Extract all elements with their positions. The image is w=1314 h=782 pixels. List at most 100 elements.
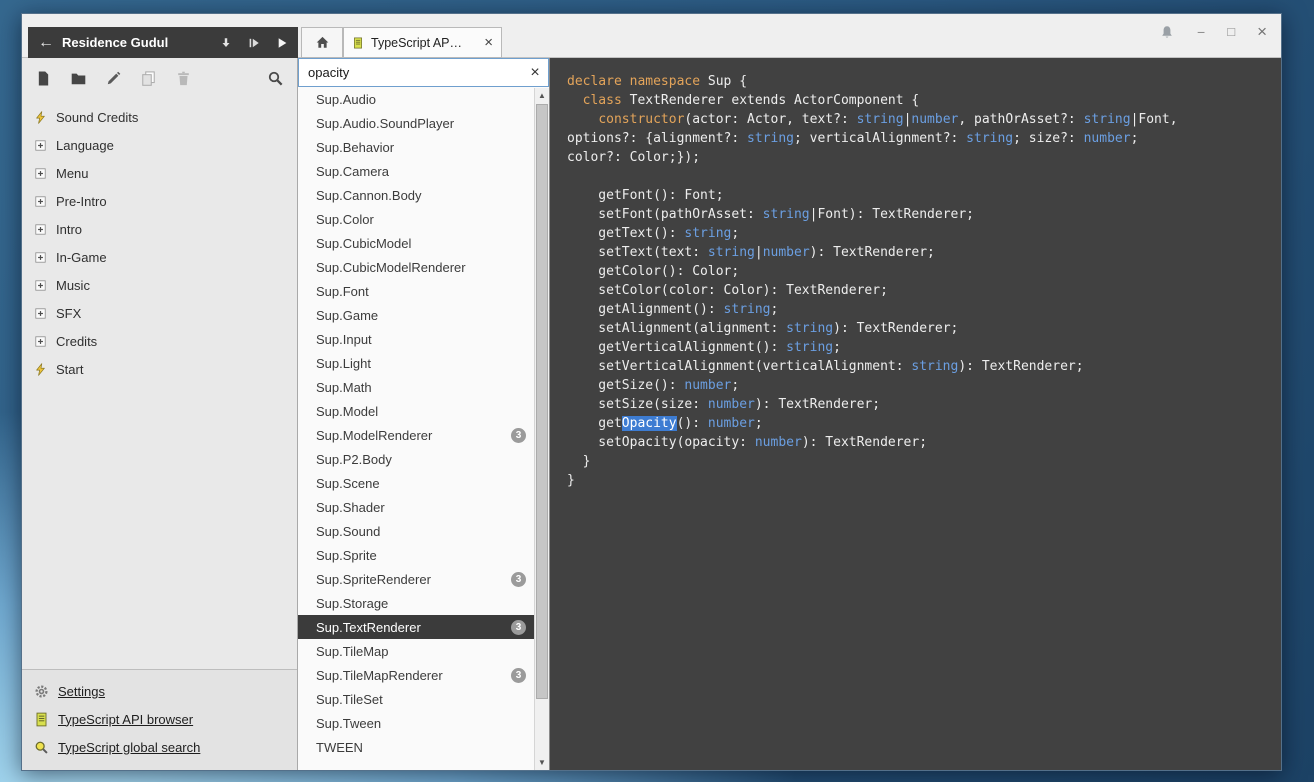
home-tab-button[interactable] (301, 27, 343, 58)
api-item-sup-audio[interactable]: Sup.Audio (298, 87, 534, 111)
tree-item-sfx[interactable]: SFX (22, 299, 297, 327)
run-icon[interactable] (247, 36, 261, 50)
code-token: number (754, 435, 802, 450)
new-folder-icon[interactable] (70, 70, 87, 87)
api-item-sup-sprite[interactable]: Sup.Sprite (298, 543, 534, 567)
close-button[interactable]: × (1257, 23, 1267, 40)
tree-item-music[interactable]: Music (22, 271, 297, 299)
code-token: string (1083, 112, 1131, 127)
api-item-label: Sup.Color (316, 211, 374, 227)
api-item-sup-cubicmodel[interactable]: Sup.CubicModel (298, 231, 534, 255)
footer-link-settings[interactable]: Settings (22, 677, 297, 705)
api-item-sup-sound[interactable]: Sup.Sound (298, 519, 534, 543)
plusbox-icon[interactable] (34, 139, 47, 152)
code-token: getFont(): Font; (567, 188, 724, 203)
clear-search-icon[interactable]: × (522, 64, 548, 82)
scroll-down-icon[interactable]: ▼ (535, 755, 549, 770)
api-item-sup-model[interactable]: Sup.Model (298, 399, 534, 423)
tree-item-intro[interactable]: Intro (22, 215, 297, 243)
api-item-sup-input[interactable]: Sup.Input (298, 327, 534, 351)
api-list-scrollbar[interactable]: ▲ ▼ (534, 88, 549, 770)
play-icon[interactable] (275, 36, 289, 50)
duplicate-icon[interactable] (140, 70, 157, 87)
plusbox-icon[interactable] (34, 251, 47, 264)
api-item-sup-modelrenderer[interactable]: Sup.ModelRenderer 3 (298, 423, 534, 447)
code-line: setOpacity(opacity: number): TextRendere… (567, 433, 1281, 452)
project-header-actions (219, 36, 289, 50)
rename-icon[interactable] (105, 70, 122, 87)
tree-item-language[interactable]: Language (22, 131, 297, 159)
trash-icon[interactable] (175, 70, 192, 87)
api-item-tween[interactable]: TWEEN (298, 735, 534, 759)
api-item-sup-audio-soundplayer[interactable]: Sup.Audio.SoundPlayer (298, 111, 534, 135)
plusbox-icon[interactable] (34, 335, 47, 348)
member-count-badge: 3 (511, 667, 526, 683)
plusbox-icon[interactable] (34, 223, 47, 236)
code-token: options?: {alignment?: (567, 131, 748, 146)
api-item-sup-textrenderer[interactable]: Sup.TextRenderer 3 (298, 615, 534, 639)
tree-item-menu[interactable]: Menu (22, 159, 297, 187)
api-item-sup-scene[interactable]: Sup.Scene (298, 471, 534, 495)
scroll-up-icon[interactable]: ▲ (535, 88, 549, 103)
code-token: namespace (629, 74, 701, 89)
maximize-button[interactable]: □ (1227, 24, 1235, 40)
api-item-sup-tilemaprenderer[interactable]: Sup.TileMapRenderer 3 (298, 663, 534, 687)
code-editor[interactable]: declare namespace Sup { class TextRender… (550, 58, 1281, 770)
code-token: } (567, 454, 591, 469)
api-item-sup-shader[interactable]: Sup.Shader (298, 495, 534, 519)
api-item-label: Sup.Audio (316, 91, 376, 107)
code-token: } (567, 473, 575, 488)
code-token: ): TextRenderer; (833, 321, 959, 336)
api-item-sup-cubicmodelrenderer[interactable]: Sup.CubicModelRenderer (298, 255, 534, 279)
api-item-sup-tween[interactable]: Sup.Tween (298, 711, 534, 735)
tree-item-sound-credits[interactable]: Sound Credits (22, 103, 297, 131)
api-item-sup-tilemap[interactable]: Sup.TileMap (298, 639, 534, 663)
plusbox-icon[interactable] (34, 279, 47, 292)
search-input[interactable] (299, 65, 522, 80)
api-item-sup-tileset[interactable]: Sup.TileSet (298, 687, 534, 711)
api-item-sup-spriterenderer[interactable]: Sup.SpriteRenderer 3 (298, 567, 534, 591)
api-item-sup-math[interactable]: Sup.Math (298, 375, 534, 399)
api-item-sup-cannon-body[interactable]: Sup.Cannon.Body (298, 183, 534, 207)
code-line: getVerticalAlignment(): string; (567, 338, 1281, 357)
code-token: ; (731, 226, 740, 241)
tab-close-icon[interactable]: × (484, 35, 493, 50)
tree-item-label: Menu (56, 165, 89, 181)
code-token: number (762, 245, 810, 260)
api-item-sup-camera[interactable]: Sup.Camera (298, 159, 534, 183)
api-item-sup-behavior[interactable]: Sup.Behavior (298, 135, 534, 159)
tree-item-pre-intro[interactable]: Pre-Intro (22, 187, 297, 215)
code-token: string (786, 340, 834, 355)
minimize-button[interactable]: − (1197, 24, 1205, 40)
api-item-sup-color[interactable]: Sup.Color (298, 207, 534, 231)
code-line: setText(text: string|number): TextRender… (567, 243, 1281, 262)
code-line: getAlignment(): string; (567, 300, 1281, 319)
tree-item-start[interactable]: Start (22, 355, 297, 383)
plusbox-icon[interactable] (34, 167, 47, 180)
footer-link-label: TypeScript global search (58, 739, 201, 755)
notifications-icon[interactable] (1159, 24, 1175, 40)
footer-link-typescript-global-search[interactable]: TypeScript global search (22, 733, 297, 761)
api-item-sup-storage[interactable]: Sup.Storage (298, 591, 534, 615)
download-icon[interactable] (219, 36, 233, 50)
api-item-label: Sup.Shader (316, 499, 385, 515)
tree-item-credits[interactable]: Credits (22, 327, 297, 355)
code-line: setColor(color: Color): TextRenderer; (567, 281, 1281, 300)
search-icon[interactable] (267, 70, 284, 87)
new-asset-icon[interactable] (35, 70, 52, 87)
tree-item-in-game[interactable]: In-Game (22, 243, 297, 271)
code-token: Sup { (700, 74, 748, 89)
api-item-sup-font[interactable]: Sup.Font (298, 279, 534, 303)
footer-link-typescript-api-browser[interactable]: TypeScript API browser (22, 705, 297, 733)
plusbox-icon[interactable] (34, 195, 47, 208)
code-token: ; (754, 416, 763, 431)
code-token: color?: Color;}); (567, 150, 701, 165)
scrollbar-thumb[interactable] (536, 104, 548, 699)
plusbox-icon[interactable] (34, 307, 47, 320)
api-item-sup-game[interactable]: Sup.Game (298, 303, 534, 327)
back-button[interactable]: ← (38, 34, 58, 51)
tab-typescript-api[interactable]: TypeScript AP… × (343, 27, 502, 58)
api-item-sup-light[interactable]: Sup.Light (298, 351, 534, 375)
code-token: ; (833, 340, 841, 355)
api-item-sup-p2-body[interactable]: Sup.P2.Body (298, 447, 534, 471)
